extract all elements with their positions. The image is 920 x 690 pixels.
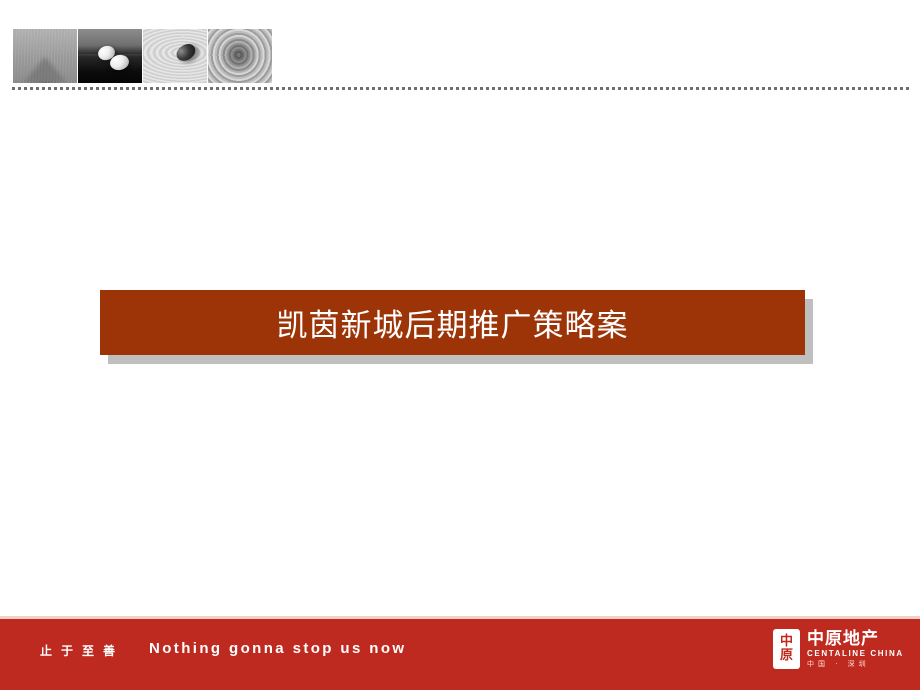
- centaline-logo: 中 原 中原地产 CENTALINE CHINA 中国 · 深圳: [773, 629, 904, 669]
- logo-chinese-name: 中原地产: [807, 628, 879, 649]
- title-banner-group: 凯茵新城后期推广策略案: [100, 290, 813, 364]
- header-thumbnail-strip: [13, 29, 272, 83]
- stone-shape-a: [96, 43, 117, 63]
- title-banner: 凯茵新城后期推广策略案: [100, 290, 805, 355]
- stone-shape-b: [108, 53, 131, 72]
- footer-chinese-slogan: 止于至善: [40, 644, 125, 658]
- thumbnail-sand-cone: [13, 29, 77, 83]
- thumbnail-dark-pebble: [143, 29, 207, 83]
- logo-location-subtitle: 中国 · 深圳: [807, 659, 870, 668]
- logo-seal-top-char: 中: [779, 634, 793, 649]
- logo-seal-icon: 中 原: [773, 629, 800, 669]
- logo-english-name: CENTALINE CHINA: [807, 648, 904, 658]
- thumbnail-water-ripples: [208, 29, 272, 83]
- dotted-divider: [12, 87, 910, 90]
- thumbnail-two-stones: [78, 29, 142, 83]
- logo-text-group: 中原地产 CENTALINE CHINA 中国 · 深圳: [807, 630, 904, 669]
- logo-seal-bottom-char: 原: [779, 648, 793, 663]
- slide-title: 凯茵新城后期推广策略案: [276, 308, 629, 344]
- footer-english-slogan: Nothing gonna stop us now: [149, 640, 407, 657]
- presentation-slide: 凯茵新城后期推广策略案 止于至善 Nothing gonna stop us n…: [0, 0, 920, 690]
